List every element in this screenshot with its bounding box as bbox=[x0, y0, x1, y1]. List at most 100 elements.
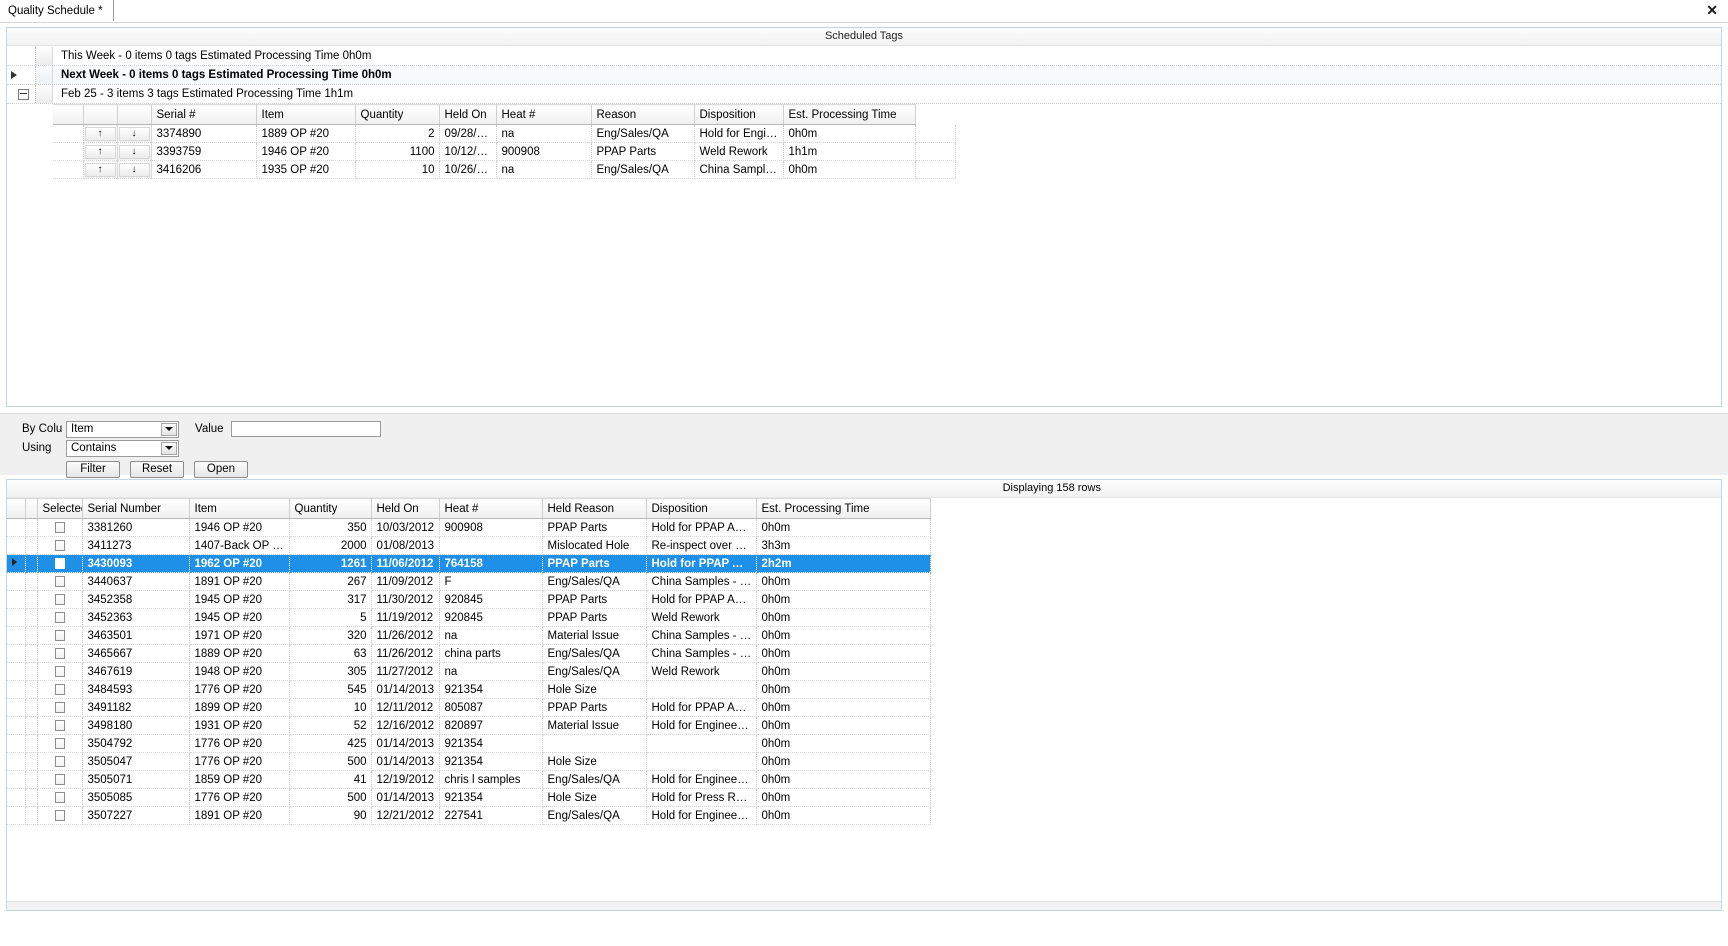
column-header[interactable]: Serial # bbox=[151, 104, 257, 125]
cell-held-reason[interactable]: PPAP Parts bbox=[542, 698, 647, 717]
select-checkbox-cell[interactable] bbox=[37, 770, 83, 789]
cell-serial[interactable]: 3452363 bbox=[82, 608, 190, 627]
row-selector[interactable] bbox=[7, 536, 26, 555]
select-checkbox[interactable] bbox=[55, 665, 65, 677]
row-selector[interactable] bbox=[7, 698, 26, 717]
table-row[interactable]: 3452358 1945 OP #20 317 11/30/2012 920845 PPA… bbox=[7, 590, 931, 609]
row-selector[interactable] bbox=[7, 572, 26, 591]
arrow-up-icon[interactable]: ↑ bbox=[84, 162, 116, 177]
cell-disposition[interactable]: Hold for Engineering bbox=[646, 770, 757, 789]
move-up-button[interactable]: ↑ bbox=[83, 160, 118, 179]
cell-reason[interactable]: Eng/Sales/QA bbox=[591, 124, 695, 143]
cell-held-on[interactable]: 11/27/2012 bbox=[371, 662, 440, 681]
select-checkbox-cell[interactable] bbox=[37, 608, 83, 627]
cell-heat[interactable]: F bbox=[439, 572, 543, 591]
cell-serial[interactable]: 3381260 bbox=[82, 518, 190, 537]
cell-est-time[interactable]: 0h0m bbox=[756, 734, 931, 753]
column-header[interactable]: Item bbox=[189, 498, 290, 519]
table-row[interactable]: ↑↓34162061935 OP #201010/26/2012naEng/Sa… bbox=[53, 160, 956, 179]
column-header[interactable]: Serial Number bbox=[82, 498, 190, 519]
cell-est-time[interactable]: 0h0m bbox=[756, 644, 931, 663]
select-checkbox[interactable] bbox=[55, 791, 65, 803]
column-header[interactable]: Quantity bbox=[289, 498, 372, 519]
select-checkbox[interactable] bbox=[55, 593, 65, 605]
cell-serial[interactable]: 3498180 bbox=[82, 716, 190, 735]
cell-held-on[interactable]: 12/21/2012 bbox=[371, 806, 440, 825]
cell-serial[interactable]: 3505071 bbox=[82, 770, 190, 789]
cell-held-on[interactable]: 10/12/2012 bbox=[439, 142, 497, 161]
column-select[interactable]: Item bbox=[66, 420, 179, 438]
table-row[interactable]: 3507227 1891 OP #20 90 12/21/2012 227541 Eng/… bbox=[7, 806, 931, 825]
cell-quantity[interactable]: 10 bbox=[355, 160, 440, 179]
open-button[interactable]: Open bbox=[194, 461, 248, 478]
select-checkbox[interactable] bbox=[55, 755, 65, 767]
column-header[interactable]: Disposition bbox=[694, 104, 784, 125]
table-row[interactable]: 3440637 1891 OP #20 267 11/09/2012 F Eng/Sale… bbox=[7, 572, 931, 591]
cell-quantity[interactable]: 90 bbox=[289, 806, 372, 825]
cell-heat[interactable]: 900908 bbox=[439, 518, 543, 537]
cell-held-reason[interactable]: Hole Size bbox=[542, 680, 647, 699]
select-checkbox[interactable] bbox=[55, 809, 65, 821]
cell-est-time[interactable]: 0h0m bbox=[756, 752, 931, 771]
row-selector[interactable] bbox=[7, 734, 26, 753]
cell-held-reason[interactable]: Material Issue bbox=[542, 626, 647, 645]
cell-heat[interactable]: 921354 bbox=[439, 788, 543, 807]
cell-disposition[interactable]: Hold for Engineering bbox=[694, 124, 784, 143]
tree-row-handle[interactable] bbox=[36, 85, 53, 103]
select-checkbox[interactable] bbox=[55, 737, 65, 749]
cell-est-time[interactable]: 0h0m bbox=[756, 518, 931, 537]
cell-disposition[interactable] bbox=[646, 734, 757, 753]
select-checkbox-cell[interactable] bbox=[37, 716, 83, 735]
cell-disposition[interactable]: Hold for PPAP Appr... bbox=[646, 518, 757, 537]
cell-disposition[interactable]: China Samples - H... bbox=[646, 626, 757, 645]
cell-est-time[interactable]: 3h3m bbox=[756, 536, 931, 555]
cell-serial[interactable]: 3465667 bbox=[82, 644, 190, 663]
table-row[interactable]: 3505085 1776 OP #20 500 01/14/2013 921354 Hol… bbox=[7, 788, 931, 807]
cell-reason[interactable]: Eng/Sales/QA bbox=[591, 160, 695, 179]
cell-disposition[interactable]: Re-inspect over gau... bbox=[646, 536, 757, 555]
cell-heat[interactable]: na bbox=[439, 662, 543, 681]
cell-item[interactable]: 1776 OP #20 bbox=[189, 788, 290, 807]
cell-quantity[interactable]: 2000 bbox=[289, 536, 372, 555]
cell-heat[interactable]: china parts bbox=[439, 644, 543, 663]
cell-item[interactable]: 1948 OP #20 bbox=[189, 662, 290, 681]
cell-held-reason[interactable]: Eng/Sales/QA bbox=[542, 806, 647, 825]
cell-disposition[interactable]: Hold for PPAP App... bbox=[646, 554, 757, 573]
select-checkbox-cell[interactable] bbox=[37, 518, 83, 537]
row-selector[interactable] bbox=[7, 608, 26, 627]
cell-item[interactable]: 1971 OP #20 bbox=[189, 626, 290, 645]
operator-select[interactable]: Contains bbox=[66, 439, 179, 457]
cell-heat[interactable]: 921354 bbox=[439, 734, 543, 753]
cell-item[interactable]: 1946 OP #20 bbox=[256, 142, 356, 161]
cell-held-reason[interactable]: Eng/Sales/QA bbox=[542, 644, 647, 663]
cell-held-on[interactable]: 10/03/2012 bbox=[371, 518, 440, 537]
cell-quantity[interactable]: 41 bbox=[289, 770, 372, 789]
cell-held-on[interactable]: 11/26/2012 bbox=[371, 644, 440, 663]
cell-est-time[interactable]: 0h0m bbox=[756, 662, 931, 681]
cell-held-reason[interactable]: Eng/Sales/QA bbox=[542, 572, 647, 591]
cell-held-on[interactable]: 11/09/2012 bbox=[371, 572, 440, 591]
cell-heat[interactable]: 805087 bbox=[439, 698, 543, 717]
column-header[interactable]: Held Reason bbox=[542, 498, 647, 519]
move-down-button[interactable]: ↓ bbox=[117, 142, 152, 161]
cell-quantity[interactable]: 317 bbox=[289, 590, 372, 609]
select-checkbox[interactable] bbox=[55, 539, 65, 551]
cell-quantity[interactable]: 500 bbox=[289, 752, 372, 771]
cell-serial[interactable]: 3491182 bbox=[82, 698, 190, 717]
row-selector[interactable] bbox=[7, 680, 26, 699]
row-selector[interactable] bbox=[53, 124, 84, 143]
cell-disposition[interactable]: China Samples - H... bbox=[646, 572, 757, 591]
cell-disposition[interactable]: Hold for Engineering bbox=[646, 716, 757, 735]
cell-item[interactable]: 1931 OP #20 bbox=[189, 716, 290, 735]
row-selector[interactable] bbox=[53, 160, 84, 179]
cell-est-time[interactable]: 0h0m bbox=[756, 626, 931, 645]
row-selector[interactable] bbox=[7, 806, 26, 825]
arrow-down-icon[interactable]: ↓ bbox=[118, 126, 150, 141]
cell-item[interactable]: 1962 OP #20 bbox=[189, 554, 290, 573]
select-checkbox[interactable] bbox=[55, 629, 65, 641]
row-selector[interactable] bbox=[7, 770, 26, 789]
select-checkbox-cell[interactable] bbox=[37, 590, 83, 609]
select-checkbox[interactable] bbox=[55, 575, 65, 587]
table-row[interactable]: ↑↓33748901889 OP #20209/28/2012naEng/Sal… bbox=[53, 124, 956, 143]
cell-item[interactable]: 1776 OP #20 bbox=[189, 752, 290, 771]
